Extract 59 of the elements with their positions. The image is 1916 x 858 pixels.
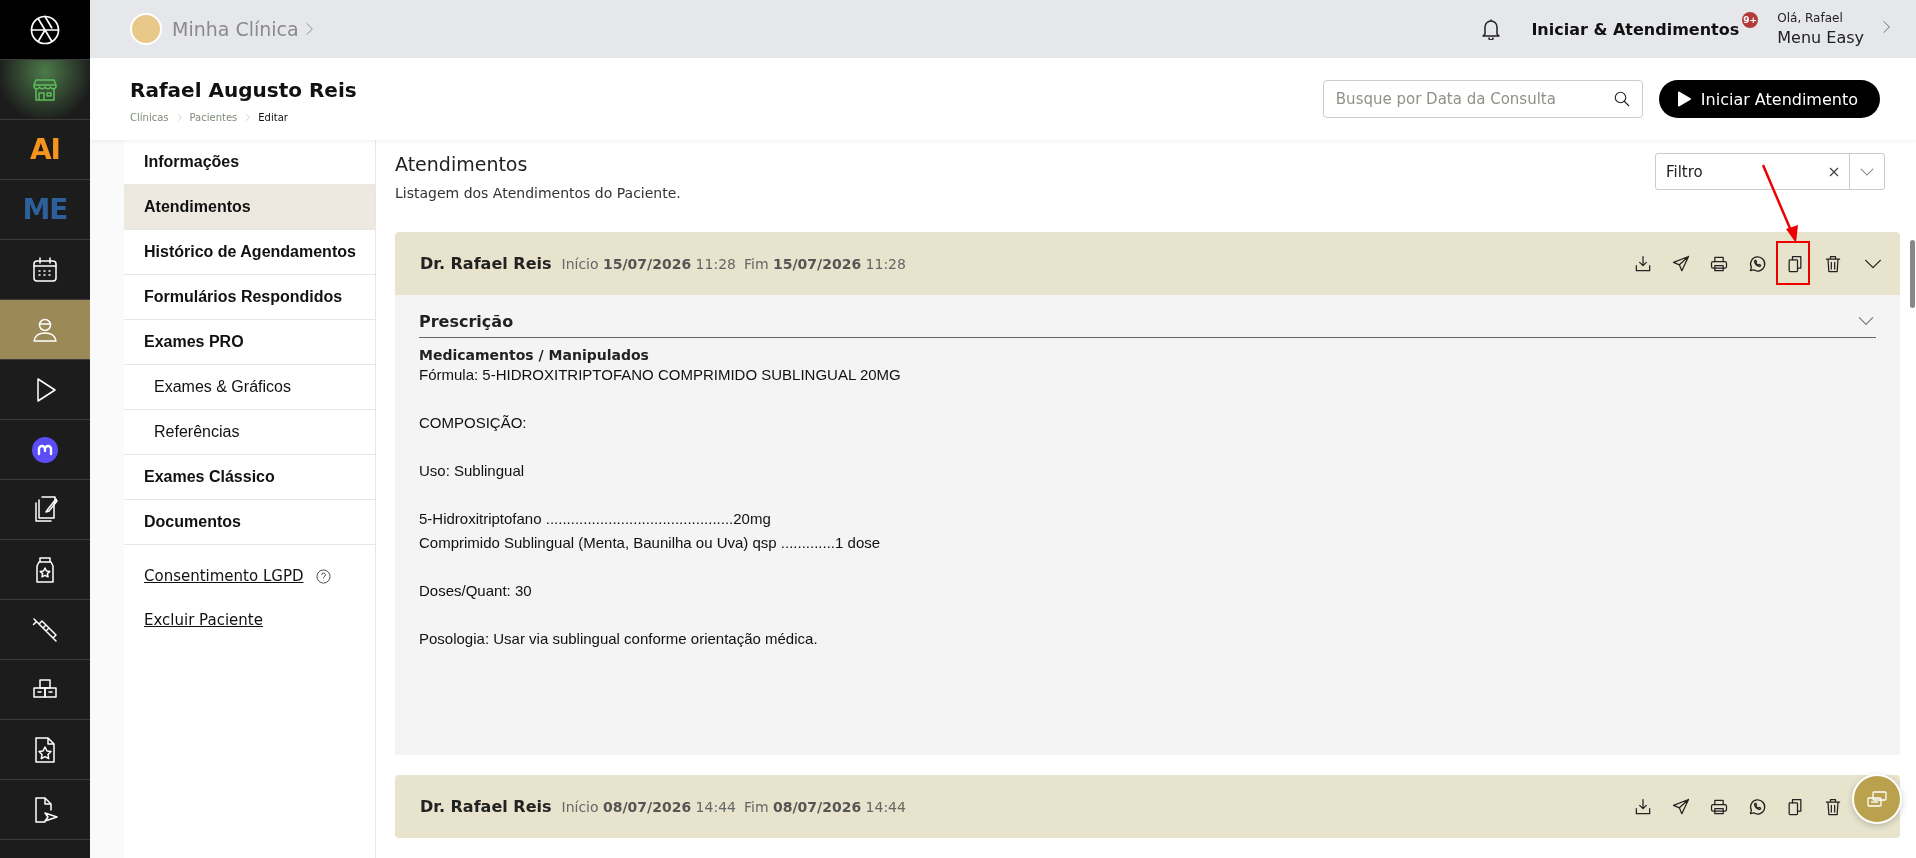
send-icon[interactable] (1671, 796, 1691, 817)
submenu-item[interactable]: Atendimentos (124, 185, 375, 230)
notification-bell-icon[interactable] (1481, 18, 1502, 40)
start-time-text: Início 08/07/2026 14:44 (561, 798, 736, 815)
submenu-link[interactable]: Excluir Paciente (144, 611, 263, 629)
clear-icon[interactable] (1829, 166, 1839, 177)
breadcrumb-chevron-icon (243, 112, 253, 122)
download-icon[interactable] (1633, 796, 1653, 817)
trash-icon[interactable] (1823, 253, 1843, 274)
submenu-item[interactable]: Formulários Respondidos (124, 275, 375, 320)
search-field[interactable]: Busque por Data da Consulta (1322, 80, 1643, 118)
download-icon[interactable] (1633, 253, 1653, 274)
section-subtitle: Listagem dos Atendimentos do Paciente. (395, 185, 682, 201)
filter-dropdown[interactable]: Filtro (1655, 153, 1885, 190)
send-icon[interactable] (1671, 253, 1691, 274)
m-logo-icon (32, 436, 58, 463)
submenu-item[interactable]: Referências (124, 410, 375, 455)
trash-icon[interactable] (1823, 796, 1843, 817)
rail-item[interactable] (0, 60, 90, 120)
app-logo-text: AI (29, 133, 61, 166)
submenu-item[interactable]: Exames Clássico (124, 455, 375, 500)
user-menu-link[interactable]: Menu Easy (1777, 28, 1864, 47)
end-time-text: Fim 15/07/2026 11:28 (743, 255, 906, 272)
submenu-item[interactable]: Exames & Gráficos (124, 365, 375, 410)
submenu-item[interactable]: Exames PRO (124, 320, 375, 365)
attendance-card-header[interactable]: Dr. Rafael Reis Início 08/07/2026 14:44 Fim 08/07/2026 14:44 (395, 775, 1900, 838)
attendance-card-header[interactable]: Dr. Rafael Reis Início 15/07/2026 11:28 Fim 15/07/2026 11:28 (395, 232, 1900, 295)
start-attendance-button[interactable]: Iniciar Atendimento (1658, 80, 1880, 118)
submenu-item[interactable]: Histórico de Agendamentos (124, 230, 375, 275)
app-logo-text: ME (22, 193, 68, 226)
submenu-item[interactable]: Documentos (124, 500, 375, 545)
prescription-paragraph: Doses/Quant: 30 (419, 581, 533, 601)
search-icon (1612, 90, 1631, 108)
breadcrumb-item: Editar (258, 111, 288, 123)
breadcrumb-item[interactable]: Clínicas (130, 111, 169, 123)
end-time-text: Fim 08/07/2026 14:44 (743, 798, 906, 815)
greeting-text: Olá, Rafael (1777, 11, 1844, 25)
doctor-name: Dr. Rafael Reis (420, 797, 552, 816)
prescription-paragraph: Posologia: Usar via sublingual conforme orientação médica. (419, 629, 819, 649)
prescription-paragraph: Uso: Sublingual (419, 461, 526, 481)
prescription-heading: Medicamentos / Manipulados (419, 347, 650, 363)
patient-name: Rafael Augusto Reis (130, 77, 358, 102)
prescription-title: Prescrição (419, 311, 515, 331)
doctor-name: Dr. Rafael Reis (420, 254, 552, 273)
notification-badge: 9+ (1742, 11, 1759, 28)
breadcrumb-item[interactable]: Pacientes (189, 111, 238, 123)
section-title: Atendimentos (395, 153, 529, 175)
whatsapp-icon[interactable] (1747, 796, 1767, 817)
chat-bubbles-icon (1866, 790, 1888, 808)
whatsapp-icon[interactable] (1747, 253, 1767, 274)
submenu-link[interactable]: Consentimento LGPD (144, 567, 304, 585)
help-icon[interactable] (315, 568, 331, 584)
prescription-paragraph: 5-Hidroxitriptofano .............................................20mg Comprimido Sublingual (Menta, Baunilha ou Uva) qsp .............1 dose (419, 509, 882, 553)
scrollbar-thumb[interactable] (1910, 240, 1915, 308)
prescription-paragraph: COMPOSIÇÃO: (419, 413, 528, 433)
prescription-paragraph: Fórmula: 5-HIDROXITRIPTOFANO COMPRIMIDO SUBLINGUAL 20MG (419, 365, 902, 385)
play-icon (1676, 91, 1691, 107)
clinic-avatar (130, 13, 162, 45)
start-time-text: Início 15/07/2026 11:28 (561, 255, 736, 272)
